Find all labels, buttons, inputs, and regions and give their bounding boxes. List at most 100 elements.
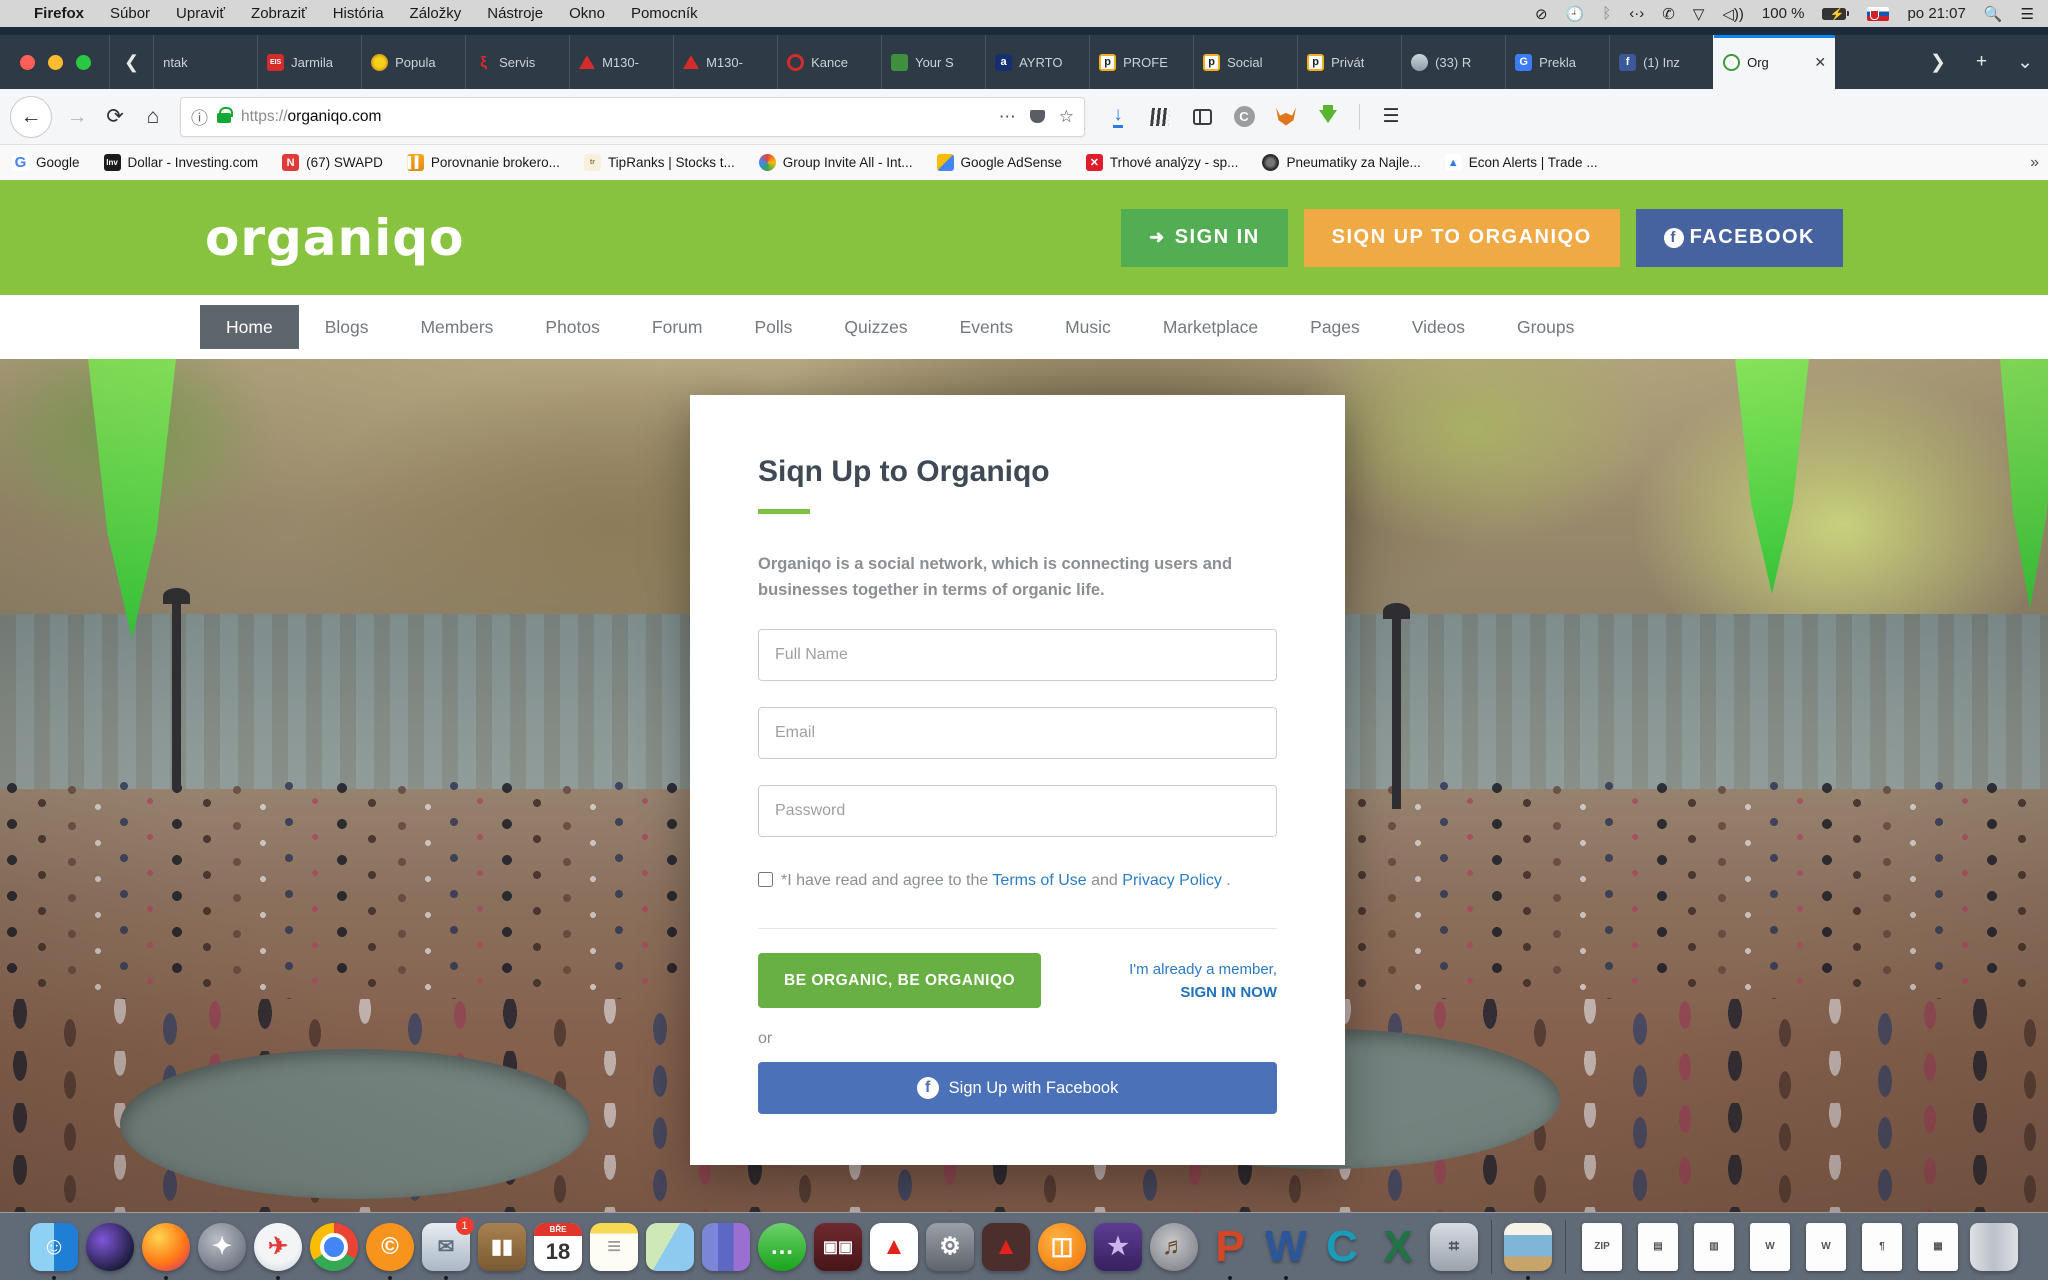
nav-item-polls[interactable]: Polls (728, 305, 818, 349)
dock-table-document[interactable]: ▦ (1913, 1221, 1964, 1272)
dock-excel[interactable]: X (1373, 1221, 1424, 1272)
menu-item-súbor[interactable]: Súbor (110, 5, 150, 22)
nav-item-events[interactable]: Events (934, 305, 1040, 349)
video-downloader-extension-icon[interactable] (1309, 98, 1347, 136)
bookmarks-overflow-button[interactable]: » (2030, 154, 2036, 172)
nav-item-forum[interactable]: Forum (626, 305, 729, 349)
menu-button[interactable]: ☰ (1372, 98, 1410, 136)
be-organic-submit-button[interactable]: BE ORGANIC, BE ORGANIQO (758, 953, 1041, 1008)
bluetooth-icon[interactable]: ᛒ (1602, 5, 1611, 22)
bookmark-groupinvite[interactable]: Group Invite All - Int... (759, 154, 913, 171)
bookmark-adsense[interactable]: Google AdSense (937, 154, 1062, 171)
dock-c-app[interactable]: C (1317, 1221, 1368, 1272)
dock-spreadsheet-document[interactable]: ▤ (1633, 1221, 1684, 1272)
dock-ibooks[interactable]: ◫ (1037, 1221, 1088, 1272)
bookmark-google[interactable]: GGoogle (12, 154, 80, 171)
dock-utilities[interactable]: ⚙ (925, 1221, 976, 1272)
menu-firefox[interactable]: Firefox (34, 5, 84, 22)
browser-tab-ayrto[interactable]: aAYRTO (985, 35, 1089, 89)
phone-icon[interactable]: ✆ (1662, 5, 1675, 23)
browser-tab-priv-t[interactable]: pPrivát (1297, 35, 1401, 89)
dock-word-document-1[interactable]: W (1745, 1221, 1796, 1272)
time-machine-icon[interactable]: 🕘 (1566, 5, 1585, 23)
ublock-extension-icon[interactable]: C (1225, 98, 1263, 136)
slovak-flag-icon[interactable] (1867, 7, 1889, 21)
browser-tab-m130-[interactable]: M130- (569, 35, 673, 89)
browser-tab-jarmila[interactable]: EISJarmila (257, 35, 361, 89)
dock-notes-document[interactable]: ▥ (1689, 1221, 1740, 1272)
scroll-tabs-right-button[interactable]: ❯ (1915, 35, 1961, 89)
browser-tab-social[interactable]: pSocial (1193, 35, 1297, 89)
bookmark-porovnanie[interactable]: ▌▍Porovnanie brokero... (407, 154, 560, 171)
wifi-icon[interactable]: ▽ (1693, 5, 1705, 23)
header-facebook-button[interactable]: fFACEBOOK (1636, 209, 1843, 267)
dock-safari[interactable]: ✈ (253, 1221, 304, 1272)
dock-notes[interactable]: ≡ (589, 1221, 640, 1272)
menu-item-záložky[interactable]: Záložky (410, 5, 462, 22)
browser-tab-servis[interactable]: ξServis (465, 35, 569, 89)
dock-contacts[interactable]: ▮▮ (477, 1221, 528, 1272)
bookmark-star-icon[interactable]: ☆ (1059, 107, 1074, 127)
menu-item-okno[interactable]: Okno (569, 5, 605, 22)
browser-tab-m130-[interactable]: M130- (673, 35, 777, 89)
browser-tab-prekla[interactable]: GPrekla (1505, 35, 1609, 89)
list-all-tabs-button[interactable]: ⌄ (2002, 35, 2048, 89)
bookmark-investing[interactable]: InvDollar - Investing.com (104, 154, 259, 171)
dock-acrobat[interactable]: ▲ (869, 1221, 920, 1272)
dock-photo-booth[interactable]: ▣▣ (813, 1221, 864, 1272)
nav-item-members[interactable]: Members (394, 305, 519, 349)
dock-chrome[interactable] (309, 1221, 360, 1272)
browser-tab-profe[interactable]: pPROFE (1089, 35, 1193, 89)
nav-item-music[interactable]: Music (1039, 305, 1137, 349)
sign-in-now-link[interactable]: SIGN IN NOW (1129, 982, 1277, 1005)
metamask-extension-icon[interactable] (1267, 98, 1305, 136)
organiqo-logo[interactable]: organiqo (205, 209, 464, 267)
dock-zip-document[interactable]: ZIP (1577, 1221, 1628, 1272)
dock-acrobat-reader[interactable]: ▲ (981, 1221, 1032, 1272)
browser-tab--1-inz[interactable]: f(1) Inz (1609, 35, 1713, 89)
browser-tab-your-s[interactable]: Your S (881, 35, 985, 89)
status-circle-icon[interactable]: ⊘ (1535, 5, 1548, 23)
scroll-tabs-left-button[interactable]: ❮ (109, 35, 153, 89)
dock-cryptocompare[interactable]: © (365, 1221, 416, 1272)
dock-siri[interactable] (85, 1221, 136, 1272)
password-field[interactable] (758, 785, 1277, 837)
sidebar-toggle-button[interactable] (1183, 98, 1221, 136)
downloads-button[interactable]: ↓ (1113, 105, 1123, 128)
menu-item-nástroje[interactable]: Nástroje (487, 5, 543, 22)
agree-checkbox[interactable] (758, 872, 773, 887)
dock-garageband[interactable]: ♬ (1149, 1221, 1200, 1272)
dock-word-document-2[interactable]: W (1801, 1221, 1852, 1272)
header-sign-up-button[interactable]: SIQN UP TO ORGANIQO (1304, 209, 1620, 267)
browser-tab-kance[interactable]: Kance (777, 35, 881, 89)
pocket-icon[interactable] (1030, 110, 1045, 123)
menu-item-história[interactable]: História (333, 5, 384, 22)
nav-item-pages[interactable]: Pages (1284, 305, 1386, 349)
dock-mail[interactable]: ✉1 (421, 1221, 472, 1272)
nav-item-quizzes[interactable]: Quizzes (818, 305, 933, 349)
library-button[interactable] (1141, 98, 1179, 136)
nav-item-blogs[interactable]: Blogs (299, 305, 395, 349)
forward-button[interactable]: → (58, 98, 96, 136)
nav-item-marketplace[interactable]: Marketplace (1137, 305, 1284, 349)
home-button[interactable]: ⌂ (134, 98, 172, 136)
site-info-icon[interactable]: ⓘ (191, 104, 208, 129)
dock-firefox[interactable] (141, 1221, 192, 1272)
dock-launchpad[interactable]: ✦ (197, 1221, 248, 1272)
zoom-window-button[interactable] (76, 55, 91, 70)
url-bar[interactable]: ⓘ https://organiqo.com ⋯ ☆ (180, 97, 1085, 137)
dock-word[interactable]: W (1261, 1221, 1312, 1272)
dock-messages[interactable]: … (757, 1221, 808, 1272)
menu-item-upraviť[interactable]: Upraviť (176, 5, 225, 22)
dock-calendar[interactable]: BŘE18 (533, 1221, 584, 1272)
close-tab-icon[interactable]: ✕ (1814, 54, 1826, 71)
dock-finder[interactable]: ☺ (29, 1221, 80, 1272)
nav-item-photos[interactable]: Photos (519, 305, 625, 349)
bookmark-trhove[interactable]: ✕Trhové analýzy - sp... (1086, 154, 1239, 171)
spotlight-search-icon[interactable]: 🔍 (1984, 5, 2003, 23)
minimize-window-button[interactable] (48, 55, 63, 70)
bookmark-pneu[interactable]: Pneumatiky za Najle... (1262, 154, 1420, 171)
browser-tab-org[interactable]: ◌Org✕ (1713, 35, 1835, 89)
volume-icon[interactable]: ◁)) (1722, 5, 1744, 23)
facebook-signup-button[interactable]: fSign Up with Facebook (758, 1062, 1277, 1114)
